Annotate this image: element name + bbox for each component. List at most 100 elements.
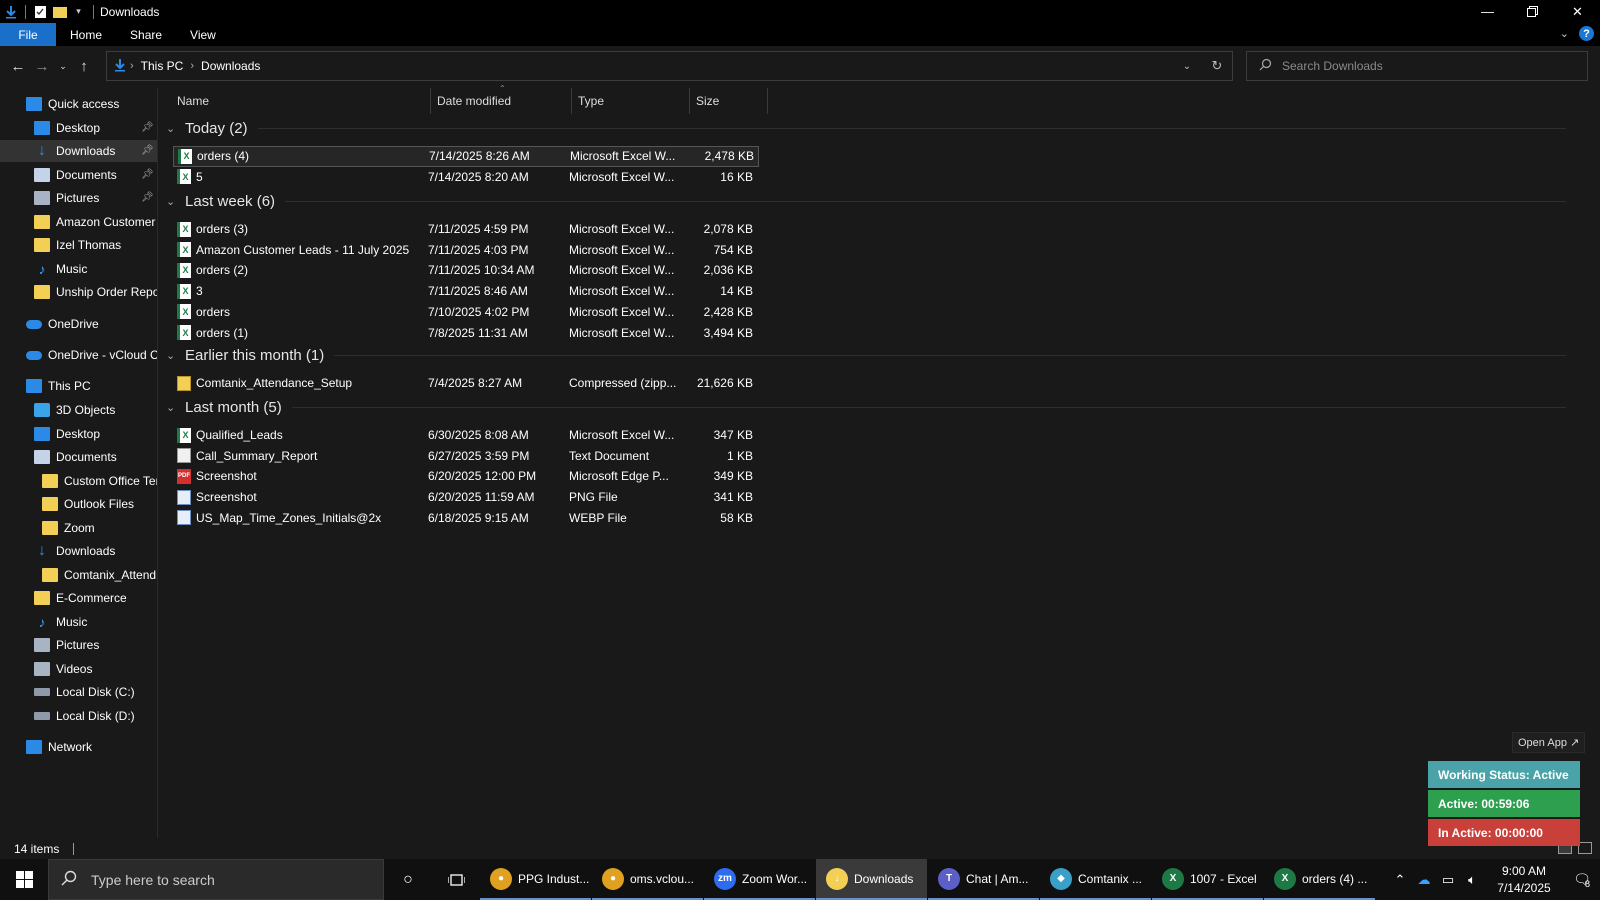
task-view-icon[interactable] <box>432 859 480 900</box>
restore-button[interactable] <box>1510 0 1555 23</box>
collapse-chevron-icon[interactable]: ⌄ <box>166 122 180 135</box>
cortana-icon[interactable]: ○ <box>384 859 432 900</box>
collapse-chevron-icon[interactable]: ⌄ <box>166 195 180 208</box>
large-icons-view-icon[interactable] <box>1578 842 1592 854</box>
file-row[interactable]: Xorders (3) 7/11/2025 4:59 PM Microsoft Ex… <box>173 219 759 240</box>
taskbar-app-1007-excel[interactable]: X 1007 - Excel <box>1152 859 1263 900</box>
clock[interactable]: 9:00 AM 7/14/2025 <box>1484 863 1564 897</box>
nav-item-videos[interactable]: Videos <box>0 658 157 680</box>
taskbar-search-box[interactable]: Type here to search <box>48 859 384 900</box>
taskbar-app-oms-vclou[interactable]: ● oms.vclou... <box>592 859 703 900</box>
nav-item-quick-access[interactable]: Quick access <box>0 93 157 115</box>
nav-item-amazon-customer[interactable]: Amazon Customer <box>0 211 157 233</box>
up-button[interactable]: ↑ <box>72 51 96 81</box>
tab-home[interactable]: Home <box>56 23 116 46</box>
file-row[interactable]: PDF Screenshot 6/20/2025 12:00 PM Microsoft… <box>173 466 759 487</box>
refresh-icon[interactable]: ↻ <box>1202 52 1232 80</box>
file-row[interactable]: X 3 7/11/2025 8:46 AM Microsoft Excel W... 1… <box>173 281 759 302</box>
column-header-type[interactable]: Type <box>578 88 604 114</box>
breadcrumb-downloads[interactable]: Downloads <box>201 59 260 73</box>
new-folder-icon[interactable] <box>52 4 67 19</box>
customize-toolbar-icon[interactable]: ▾ <box>71 4 86 19</box>
nav-item-onedrive-vcloud-cl[interactable]: OneDrive - vCloud Cl <box>0 344 157 366</box>
nav-item-e-commerce[interactable]: E-Commerce <box>0 587 157 609</box>
file-row[interactable]: Call_Summary_Report 6/27/2025 3:59 PM Text… <box>173 445 759 466</box>
nav-item-this-pc[interactable]: This PC <box>0 375 157 397</box>
tab-share[interactable]: Share <box>116 23 176 46</box>
collapse-chevron-icon[interactable]: ⌄ <box>166 349 180 362</box>
show-hidden-icons-icon[interactable]: ⌃ <box>1388 872 1412 888</box>
help-icon[interactable]: ? <box>1579 26 1594 41</box>
file-row[interactable]: X Amazon Customer Leads - 11 July 2025 7/1… <box>173 239 759 260</box>
nav-item-desktop[interactable]: Desktop 📌︎ <box>0 117 157 139</box>
nav-item-desktop[interactable]: Desktop <box>0 423 157 445</box>
column-divider[interactable] <box>571 88 572 114</box>
file-row[interactable]: Xorders (2) 7/11/2025 10:34 AM Microsoft E… <box>173 260 759 281</box>
nav-item-music[interactable]: ♪ Music <box>0 258 157 280</box>
nav-item-pictures[interactable]: Pictures 📌︎ <box>0 187 157 209</box>
nav-item-local-disk-d[interactable]: Local Disk (D:) <box>0 705 157 727</box>
nav-item-documents[interactable]: Documents 📌︎ <box>0 164 157 186</box>
search-box[interactable] <box>1246 51 1588 81</box>
tab-view[interactable]: View <box>176 23 230 46</box>
nav-item-network[interactable]: Network <box>0 736 157 758</box>
nav-item-zoom[interactable]: Zoom <box>0 517 157 539</box>
address-bar[interactable]: › This PC › Downloads ⌄ ↻ <box>106 51 1233 81</box>
nav-item-comtanix-attend[interactable]: Comtanix_Attend <box>0 564 157 586</box>
network-icon[interactable]: ▭ <box>1436 872 1460 888</box>
properties-icon[interactable] <box>33 4 48 19</box>
file-row[interactable]: Screenshot 6/20/2025 11:59 AM PNG File 341 … <box>173 487 759 508</box>
file-row[interactable]: X Qualified_Leads 6/30/2025 8:08 AM Microso… <box>173 425 759 446</box>
file-row[interactable]: Xorders (4) 7/14/2025 8:26 AM Microsoft Ex… <box>173 145 759 167</box>
nav-item-izel-thomas[interactable]: Izel Thomas <box>0 234 157 256</box>
breadcrumb-this-pc[interactable]: This PC <box>141 59 184 73</box>
nav-item-custom-office-ter[interactable]: Custom Office Ter <box>0 470 157 492</box>
column-divider[interactable] <box>430 88 431 114</box>
taskbar-app-zoom-wor[interactable]: zm Zoom Wor... <box>704 859 815 900</box>
column-divider[interactable] <box>767 88 768 114</box>
tab-file[interactable]: File <box>0 23 56 46</box>
nav-item-pictures[interactable]: Pictures <box>0 634 157 656</box>
group-header[interactable]: ⌄ Last month (5) <box>166 399 1566 416</box>
nav-item-downloads[interactable]: ↓ Downloads <box>0 540 157 562</box>
group-header[interactable]: ⌄ Last week (6) <box>166 193 1566 210</box>
taskbar-app-orders-4[interactable]: Xorders (4) ... <box>1264 859 1375 900</box>
nav-item-music[interactable]: ♪ Music <box>0 611 157 633</box>
column-divider[interactable] <box>689 88 690 114</box>
address-dropdown-icon[interactable]: ⌄ <box>1172 52 1202 80</box>
file-row[interactable]: Xorders 7/10/2025 4:02 PM Microsoft Excel … <box>173 301 759 322</box>
file-row[interactable]: US_Map_Time_Zones_Initials@2x 6/18/2025 9… <box>173 507 759 528</box>
start-button[interactable] <box>0 859 48 900</box>
taskbar-app-comtanix[interactable]: ◆ Comtanix ... <box>1040 859 1151 900</box>
taskbar-app-downloads[interactable]: ↓ Downloads <box>816 859 927 900</box>
file-row[interactable]: X 5 7/14/2025 8:20 AM Microsoft Excel W... 1… <box>173 166 759 187</box>
collapse-chevron-icon[interactable]: ⌄ <box>166 401 180 414</box>
group-header[interactable]: ⌄ Today (2) <box>166 120 1566 137</box>
nav-item-outlook-files[interactable]: Outlook Files <box>0 493 157 515</box>
nav-item-downloads[interactable]: ↓ Downloads 📌︎ <box>0 140 157 162</box>
volume-icon[interactable]: 🔈︎ <box>1460 872 1484 888</box>
column-header-size[interactable]: Size <box>696 88 719 114</box>
forward-button[interactable]: → <box>30 51 54 81</box>
nav-item-onedrive[interactable]: OneDrive <box>0 313 157 335</box>
recent-locations-button[interactable]: ⌄ <box>54 51 72 81</box>
close-button[interactable]: ✕ <box>1555 0 1600 23</box>
minimize-button[interactable]: — <box>1465 0 1510 23</box>
taskbar-app-chat-am[interactable]: T Chat | Am... <box>928 859 1039 900</box>
nav-item-unship-order-repor[interactable]: Unship Order Repor <box>0 281 157 303</box>
group-header[interactable]: ⌄ Earlier this month (1) <box>166 347 1566 364</box>
back-button[interactable]: ← <box>6 51 30 81</box>
notification-center-button[interactable]: 🗨︎ 8 <box>1564 859 1600 900</box>
taskbar-app-ppg-indust[interactable]: ● PPG Indust... <box>480 859 591 900</box>
search-input[interactable] <box>1282 59 1562 73</box>
open-app-button[interactable]: Open App ↗ <box>1512 732 1586 753</box>
nav-item-3d-objects[interactable]: 3D Objects <box>0 399 157 421</box>
file-row[interactable]: Xorders (1) 7/8/2025 11:31 AM Microsoft Ex… <box>173 322 759 343</box>
file-row[interactable]: Comtanix_Attendance_Setup 7/4/2025 8:27 A… <box>173 373 759 394</box>
column-header-date-modified[interactable]: Date modified ⌃ <box>437 84 511 114</box>
column-header-name[interactable]: Name <box>177 88 209 114</box>
expand-ribbon-icon[interactable]: ⌄ <box>1560 27 1569 40</box>
onedrive-icon[interactable]: ☁ <box>1412 872 1436 888</box>
nav-item-local-disk-c[interactable]: Local Disk (C:) <box>0 681 157 703</box>
nav-item-documents[interactable]: Documents <box>0 446 157 468</box>
